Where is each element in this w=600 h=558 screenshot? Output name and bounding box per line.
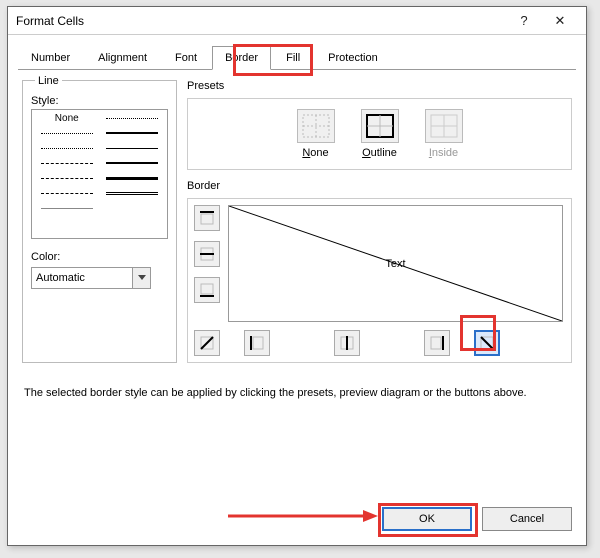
line-style-hair[interactable] xyxy=(105,114,159,122)
tab-fill[interactable]: Fill xyxy=(273,46,313,70)
color-label: Color: xyxy=(31,251,168,263)
chevron-down-icon xyxy=(132,268,150,288)
line-style-double[interactable] xyxy=(105,189,159,197)
border-vertical-middle-button[interactable] xyxy=(334,330,360,356)
preset-none-label: one xyxy=(310,147,328,159)
tab-border[interactable]: Border xyxy=(212,46,271,70)
presets-label: Presets xyxy=(187,80,572,92)
line-style-none[interactable]: None xyxy=(40,114,94,122)
annotation-red-arrow xyxy=(228,509,378,523)
ok-button[interactable]: OK xyxy=(382,507,472,531)
line-style-dashed[interactable] xyxy=(40,159,94,167)
line-style-dotted[interactable] xyxy=(40,129,94,137)
preset-none-icon xyxy=(297,109,335,143)
tab-number[interactable]: Number xyxy=(18,46,83,70)
dialog-title: Format Cells xyxy=(16,14,506,28)
preset-inside: Inside xyxy=(425,109,463,159)
line-style-dashdot[interactable] xyxy=(40,174,94,182)
tabstrip: Number Alignment Font Border Fill Protec… xyxy=(18,45,576,70)
line-style-list[interactable]: None xyxy=(31,109,168,239)
border-diagonal-up-button[interactable] xyxy=(194,330,220,356)
preview-text: Text xyxy=(385,258,405,270)
border-top-button[interactable] xyxy=(194,205,220,231)
border-right-button[interactable] xyxy=(424,330,450,356)
preset-none[interactable]: None xyxy=(297,109,335,159)
tab-font[interactable]: Font xyxy=(162,46,210,70)
line-style-medium[interactable] xyxy=(105,159,159,167)
tab-protection[interactable]: Protection xyxy=(315,46,391,70)
preset-inside-icon xyxy=(425,109,463,143)
border-diagonal-down-button[interactable] xyxy=(474,330,500,356)
style-label: Style: xyxy=(31,95,168,107)
close-button[interactable]: ✕ xyxy=(542,10,578,32)
hint-text: The selected border style can be applied… xyxy=(24,387,570,399)
dialog-body: Line Style: None xyxy=(8,70,586,373)
border-area: Text xyxy=(187,198,572,363)
line-group: Line Style: None xyxy=(22,80,177,363)
dialog-footer: OK Cancel xyxy=(382,507,572,531)
presets-row: None Outline Inside xyxy=(187,98,572,170)
line-style-dashdotdot[interactable] xyxy=(40,189,94,197)
tab-alignment[interactable]: Alignment xyxy=(85,46,160,70)
color-dropdown[interactable]: Automatic xyxy=(31,267,151,289)
border-horizontal-middle-button[interactable] xyxy=(194,241,220,267)
preset-inside-label: nside xyxy=(432,147,458,159)
color-row: Color: Automatic xyxy=(31,251,168,289)
help-button[interactable]: ? xyxy=(506,10,542,32)
border-preview[interactable]: Text xyxy=(228,205,563,322)
right-panel: Presets None Outline xyxy=(187,80,572,363)
dialog-titlebar: Format Cells ? ✕ xyxy=(8,7,586,35)
line-style-dotted2[interactable] xyxy=(40,144,94,152)
border-bottom-button[interactable] xyxy=(194,277,220,303)
preset-outline[interactable]: Outline xyxy=(361,109,399,159)
line-style-medium-dashdot[interactable] xyxy=(105,129,159,137)
border-left-button[interactable] xyxy=(244,330,270,356)
color-value: Automatic xyxy=(36,272,85,284)
preset-outline-label: utline xyxy=(371,147,397,159)
line-style-thin[interactable] xyxy=(105,144,159,152)
cancel-button[interactable]: Cancel xyxy=(482,507,572,531)
line-style-gray[interactable] xyxy=(40,204,94,212)
preset-outline-icon xyxy=(361,109,399,143)
format-cells-dialog: Format Cells ? ✕ Number Alignment Font B… xyxy=(7,6,587,546)
line-style-thick[interactable] xyxy=(105,174,159,182)
border-label: Border xyxy=(187,180,572,192)
line-group-label: Line xyxy=(35,75,62,87)
